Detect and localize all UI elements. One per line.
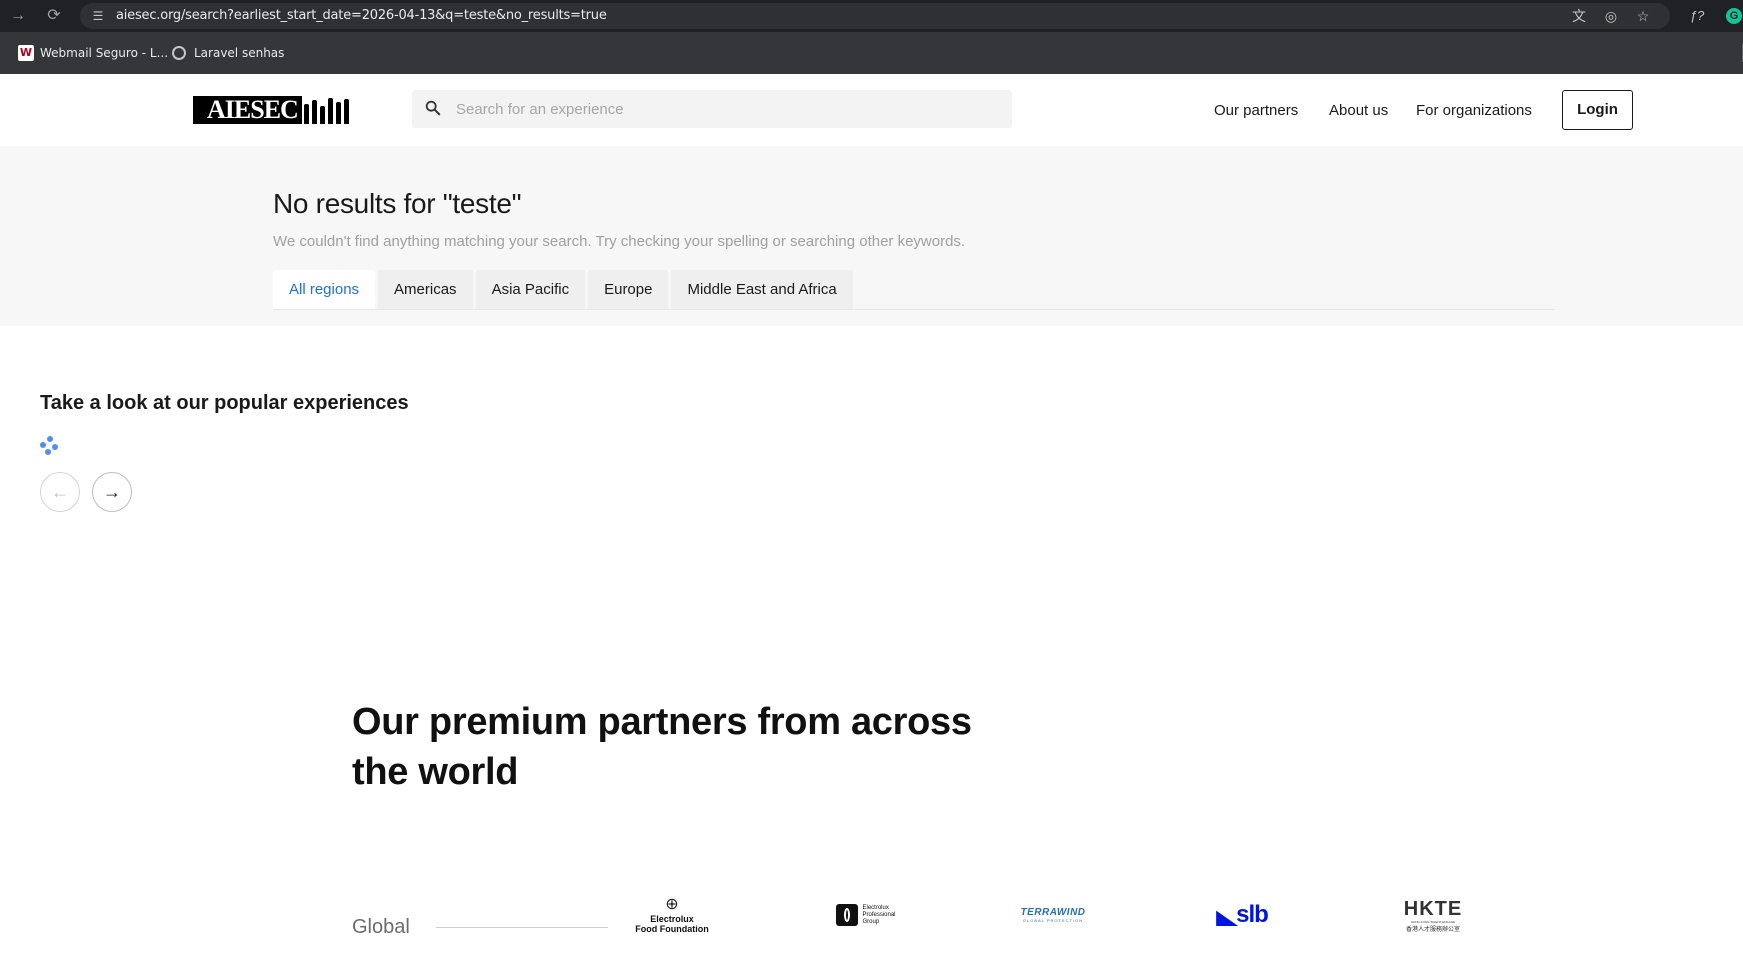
search-icon — [425, 100, 441, 116]
partners-title: Our premium partners from across the wor… — [352, 701, 972, 793]
bookmark-webmail[interactable]: W Webmail Seguro - L... — [18, 45, 168, 61]
region-divider — [436, 927, 608, 928]
eye-off-icon[interactable]: ◎ — [1602, 7, 1620, 25]
reload-icon[interactable]: ⟳ — [44, 6, 64, 26]
translate-icon[interactable]: 文 — [1570, 7, 1588, 25]
tab-americas[interactable]: Americas — [378, 270, 473, 310]
logo-line: slb — [1236, 901, 1269, 928]
nav-our-partners[interactable]: Our partners — [1214, 102, 1298, 119]
tabs-underline — [273, 309, 1555, 310]
tab-europe[interactable]: Europe — [588, 270, 669, 310]
electrolux-globe-icon: ⊕ — [665, 896, 679, 913]
logo-wordmark: AIESEC — [193, 96, 302, 124]
logo-line: HONG KONG TALENT ENGAGE — [1410, 919, 1456, 924]
logo-line: GLOBAL PROTECTION — [1022, 918, 1084, 923]
formula-extension-icon[interactable]: ƒ? — [1688, 7, 1706, 25]
no-results-title: No results for "teste" — [273, 188, 522, 219]
bookmark-star-icon[interactable]: ☆ — [1634, 7, 1652, 25]
tab-asia-pacific[interactable]: Asia Pacific — [475, 270, 586, 310]
tab-all-regions[interactable]: All regions — [273, 270, 376, 310]
logo-line: 香港人才服務辦公室 — [1405, 926, 1460, 933]
partner-logo-terrawind[interactable]: TERRAWIND GLOBAL PROTECTION — [1012, 890, 1094, 940]
logo-line: Electrolux — [650, 914, 694, 924]
no-results-subtitle: We couldn't find anything matching your … — [273, 233, 966, 250]
webmail-w-icon: W — [18, 45, 34, 61]
bookmark-label: Laravel senhas — [194, 46, 285, 60]
logo-figures — [303, 96, 352, 124]
search-box[interactable] — [412, 90, 1012, 128]
partner-logo-hkte[interactable]: HKTE HONG KONG TALENT ENGAGE 香港人才服務辦公室 — [1398, 890, 1468, 940]
aiesec-logo[interactable]: AIESEC — [193, 95, 387, 125]
partners-region-label: Global — [352, 916, 410, 938]
popular-experiences-title: Take a look at our popular experiences — [40, 392, 409, 414]
slb-mark-icon — [1216, 910, 1239, 926]
electrolux-mark-icon — [836, 904, 859, 926]
partner-logo-electrolux-food[interactable]: ⊕ Electrolux Food Foundation — [630, 890, 714, 940]
browser-toolbar: → ⟳ ☰ aiesec.org/search?earliest_start_d… — [0, 0, 1743, 32]
logo-line: HKTE — [1403, 897, 1463, 920]
address-url[interactable]: aiesec.org/search?earliest_start_date=20… — [116, 8, 607, 23]
site-header: AIESEC Our partners About us For organiz… — [0, 74, 1743, 146]
bookmark-laravel[interactable]: Laravel senhas — [172, 45, 284, 61]
partner-logo-electrolux-professional[interactable]: Electrolux Professional Group — [828, 890, 904, 940]
region-tabs: All regions Americas Asia Pacific Europe… — [273, 270, 856, 310]
tab-middle-east-africa[interactable]: Middle East and Africa — [671, 270, 853, 310]
partner-logo-slb[interactable]: slb — [1212, 890, 1272, 940]
site-settings-icon[interactable]: ☰ — [90, 8, 106, 24]
login-button[interactable]: Login — [1562, 90, 1633, 130]
loading-spinner-icon — [40, 436, 62, 456]
results-banner: No results for "teste" We couldn't find … — [0, 146, 1743, 326]
carousel-prev-button[interactable]: ← — [40, 472, 80, 512]
logo-line: Professional — [862, 911, 896, 918]
grammarly-extension-icon[interactable]: G — [1726, 8, 1742, 24]
nav-about-us[interactable]: About us — [1329, 102, 1388, 119]
nav-for-organizations[interactable]: For organizations — [1416, 102, 1532, 119]
logo-line: Group — [862, 918, 880, 925]
bookmark-label: Webmail Seguro - L... — [40, 46, 169, 60]
bookmarks-bar: W Webmail Seguro - L... Laravel senhas — [0, 32, 1743, 74]
search-input[interactable] — [446, 90, 996, 128]
logo-line: Food Foundation — [635, 924, 709, 934]
address-bar[interactable]: ☰ aiesec.org/search?earliest_start_date=… — [80, 3, 1670, 29]
globe-icon — [172, 46, 186, 60]
carousel-next-button[interactable]: → — [92, 472, 132, 512]
logo-line: TERRAWIND — [1020, 907, 1086, 918]
logo-line: Electrolux — [862, 904, 889, 911]
forward-icon[interactable]: → — [8, 6, 28, 26]
